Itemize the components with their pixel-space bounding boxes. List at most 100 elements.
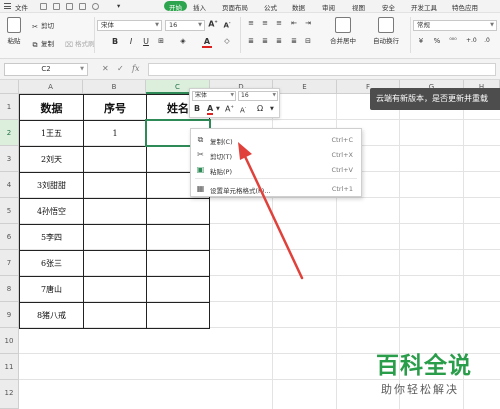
table-cell[interactable] (147, 303, 210, 329)
tab-features[interactable]: 特色应用 (452, 2, 478, 12)
row-header-12[interactable]: 12 (0, 380, 19, 409)
table-cell[interactable] (84, 173, 147, 199)
justify-icon[interactable]: ≣ (289, 37, 299, 45)
distribute-icon[interactable]: ⊟ (303, 37, 313, 45)
table-header-cell[interactable]: 数据 (20, 95, 84, 121)
tab-home[interactable]: 开始 (164, 1, 187, 12)
table-cell[interactable]: 4孙悟空 (20, 199, 84, 225)
copy-button[interactable]: ⧉ 复制 (31, 38, 55, 49)
row-header-8[interactable]: 8 (0, 276, 19, 302)
table-cell[interactable] (147, 199, 210, 225)
row-header-6[interactable]: 6 (0, 224, 19, 250)
table-cell[interactable] (84, 303, 147, 329)
select-all-corner[interactable] (0, 80, 19, 94)
bold-button[interactable]: B (110, 37, 120, 46)
align-left-icon[interactable]: ≣ (246, 37, 256, 45)
column-header-a[interactable]: A (19, 80, 83, 94)
font-size-select[interactable]: 16 ▼ (165, 20, 205, 31)
row-header-7[interactable]: 7 (0, 250, 19, 276)
cancel-icon[interactable]: ✕ (102, 64, 109, 73)
row-header-1[interactable]: 1 (0, 94, 19, 120)
italic-button[interactable]: I (126, 37, 136, 46)
align-top-icon[interactable]: ≡ (246, 19, 256, 27)
grow-font-button[interactable]: A+ (208, 19, 218, 29)
formula-input[interactable] (148, 63, 496, 76)
tab-security[interactable]: 安全 (382, 2, 395, 12)
table-cell[interactable] (84, 147, 147, 173)
table-cell[interactable]: 3刘甜甜 (20, 173, 84, 199)
mini-grow-font-button[interactable]: A+ (225, 104, 234, 114)
mini-symbol-button[interactable]: Ω (257, 104, 263, 113)
tab-more[interactable]: ▾ (117, 2, 120, 10)
update-notification[interactable]: 云端有新版本，是否更新并重载 (370, 88, 500, 110)
tab-view[interactable]: 视图 (352, 2, 365, 12)
increase-decimal-icon[interactable]: +.0 (466, 37, 477, 44)
merge-center-button[interactable]: 合并居中 (325, 17, 361, 45)
table-cell[interactable] (147, 225, 210, 251)
row-header-2[interactable]: 2 (0, 120, 19, 146)
row-header-9[interactable]: 9 (0, 302, 19, 328)
table-header-cell[interactable]: 序号 (84, 95, 147, 121)
tab-page-layout[interactable]: 页面布局 (222, 2, 248, 12)
indent-decrease-icon[interactable]: ⇤ (289, 19, 299, 27)
percent-button[interactable]: % (432, 37, 442, 45)
tab-data[interactable]: 数据 (292, 2, 305, 12)
decrease-decimal-icon[interactable]: .0 (482, 37, 492, 44)
tab-insert[interactable]: 插入 (193, 2, 206, 12)
hamburger-menu-icon[interactable] (4, 3, 11, 9)
number-format-select[interactable]: 常规 ▼ (413, 20, 497, 31)
mini-font-name-select[interactable]: 宋体 ▼ (192, 91, 236, 101)
table-cell[interactable] (84, 199, 147, 225)
chevron-down-icon[interactable]: ▼ (270, 106, 274, 112)
font-name-select[interactable]: 宋体 ▼ (97, 20, 162, 31)
mini-shrink-font-button[interactable]: A- (240, 105, 246, 114)
underline-button[interactable]: U (141, 37, 151, 46)
row-header-3[interactable]: 3 (0, 146, 19, 172)
shrink-font-button[interactable]: A- (222, 20, 232, 29)
table-cell[interactable]: 1 (84, 121, 147, 147)
fx-icon[interactable]: fx (132, 64, 139, 73)
chevron-down-icon[interactable]: ▼ (216, 106, 220, 112)
table-cell[interactable]: 6张三 (20, 251, 84, 277)
borders-button[interactable]: ⊞ (156, 37, 166, 45)
tab-review[interactable]: 审阅 (322, 2, 335, 12)
paste-button[interactable]: 粘贴 (4, 17, 24, 45)
indent-increase-icon[interactable]: ⇥ (303, 19, 313, 27)
cut-button[interactable]: ✂ 剪切 (31, 20, 54, 31)
table-cell[interactable]: 8猪八戒 (20, 303, 84, 329)
mini-bold-button[interactable]: B (194, 104, 200, 113)
format-painter-button[interactable]: ⌧ 格式刷 (65, 38, 95, 49)
row-header-11[interactable]: 11 (0, 354, 19, 380)
table-cell[interactable]: 5李四 (20, 225, 84, 251)
clear-format-button[interactable]: ◇ (222, 37, 232, 45)
thousands-icon[interactable]: ⁰⁰⁰ (448, 37, 458, 44)
table-cell[interactable]: 7唐山 (20, 277, 84, 303)
table-cell[interactable] (147, 277, 210, 303)
table-cell[interactable] (84, 251, 147, 277)
align-center-icon[interactable]: ≣ (260, 37, 270, 45)
preview-icon[interactable] (66, 3, 73, 10)
redo-icon[interactable] (92, 3, 99, 10)
wrap-text-button[interactable]: 自动换行 (368, 17, 404, 45)
font-color-button[interactable]: A (202, 37, 212, 48)
file-menu[interactable]: 文件 (15, 2, 28, 12)
mini-font-size-select[interactable]: 16 ▼ (238, 91, 278, 101)
confirm-icon[interactable]: ✓ (117, 64, 124, 73)
align-bottom-icon[interactable]: ≡ (274, 19, 284, 27)
row-header-5[interactable]: 5 (0, 198, 19, 224)
tab-developer[interactable]: 开发工具 (411, 2, 437, 12)
mini-font-color-button[interactable]: A (207, 104, 214, 115)
table-cell[interactable] (84, 277, 147, 303)
column-header-b[interactable]: B (83, 80, 146, 94)
tab-formulas[interactable]: 公式 (264, 2, 277, 12)
row-header-10[interactable]: 10 (0, 328, 19, 354)
align-middle-icon[interactable]: ≡ (260, 19, 270, 27)
name-box[interactable]: C2 ▼ (4, 63, 88, 76)
undo-icon[interactable] (79, 3, 86, 10)
row-header-4[interactable]: 4 (0, 172, 19, 198)
currency-button[interactable]: ¥ (416, 37, 426, 45)
align-right-icon[interactable]: ≣ (274, 37, 284, 45)
table-cell[interactable]: 2刘天 (20, 147, 84, 173)
fill-color-button[interactable]: ◈ (178, 37, 188, 45)
table-cell[interactable] (84, 225, 147, 251)
